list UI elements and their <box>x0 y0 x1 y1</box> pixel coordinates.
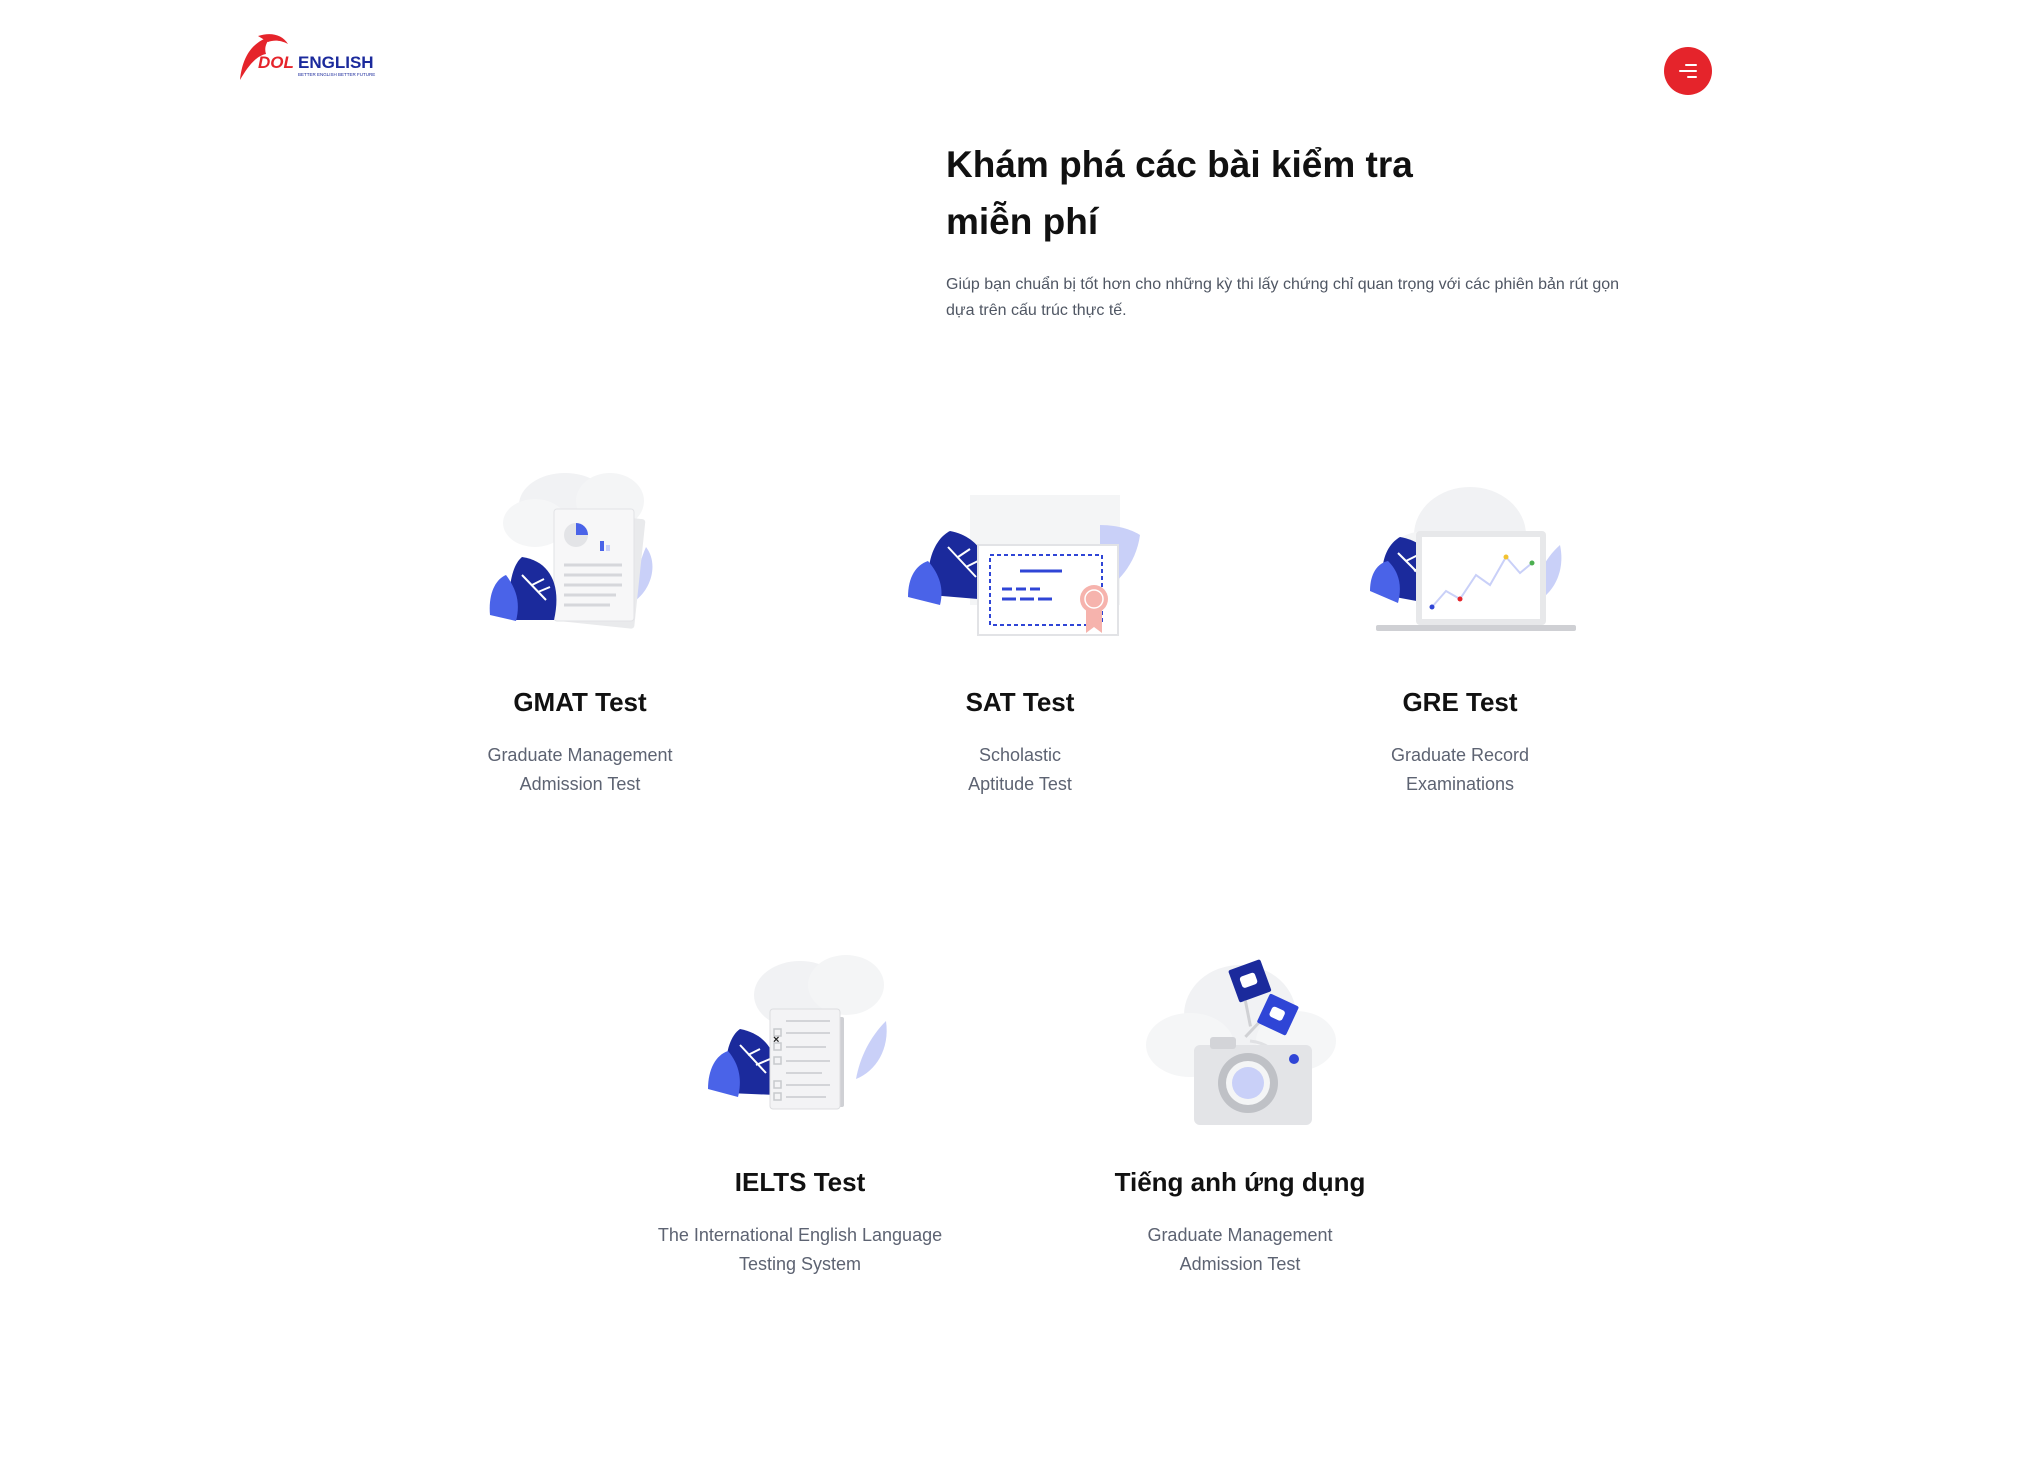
test-desc-line: Graduate Management <box>1147 1225 1333 1245</box>
checklist-document-icon: × <box>708 955 887 1110</box>
test-desc-line: The International English Language <box>657 1225 943 1245</box>
test-description: Graduate Management Admission Test <box>400 741 760 799</box>
header: DOL ENGLISH BETTER ENGLISH BETTER FUTURE <box>0 0 2020 130</box>
svg-text:BETTER ENGLISH BETTER FUTURE: BETTER ENGLISH BETTER FUTURE <box>298 72 375 77</box>
test-desc-line: Graduate Record <box>1390 745 1530 765</box>
test-desc-line: Admission Test <box>1179 1254 1301 1274</box>
test-desc-line: Admission Test <box>519 774 641 794</box>
test-desc-line: Graduate Management <box>487 745 673 765</box>
test-description: Graduate Management Admission Test <box>1060 1221 1420 1279</box>
camera-icon <box>1146 959 1336 1125</box>
test-title: GRE Test <box>1402 687 1518 717</box>
svg-text:ENGLISH: ENGLISH <box>298 53 374 72</box>
laptop-chart-icon <box>1370 487 1576 631</box>
hero-section: Khám phá các bài kiểm tra miễn phí Giúp … <box>946 136 1646 324</box>
test-description: Graduate Record Examinations <box>1280 741 1640 799</box>
test-card-gre[interactable]: GRE Test Graduate Record Examinations <box>1280 465 1640 799</box>
test-title: Tiếng anh ứng dụng <box>1114 1167 1366 1197</box>
document-chart-icon <box>489 473 653 629</box>
hamburger-menu-icon <box>1679 64 1697 78</box>
test-desc-line: Aptitude Test <box>968 774 1072 794</box>
test-desc-line: Examinations <box>1405 774 1515 794</box>
test-description: The International English Language Testi… <box>620 1221 980 1279</box>
test-desc-line: Testing System <box>738 1254 862 1274</box>
test-card-gmat[interactable]: GMAT Test Graduate Management Admission … <box>400 465 760 799</box>
menu-button[interactable] <box>1664 47 1712 95</box>
svg-text:DOL: DOL <box>258 53 294 72</box>
test-title: SAT Test <box>965 687 1075 717</box>
test-card-ielts[interactable]: × IELTS Test The International English L… <box>620 945 980 1279</box>
svg-text:×: × <box>773 1034 779 1046</box>
test-desc-line: Scholastic <box>978 745 1062 765</box>
certificate-icon <box>908 495 1140 636</box>
test-description: Scholastic Aptitude Test <box>840 741 1200 799</box>
test-card-sat[interactable]: SAT Test Scholastic Aptitude Test <box>840 465 1200 799</box>
page-title: Khám phá các bài kiểm tra miễn phí <box>946 144 1413 242</box>
page-subtitle: Giúp bạn chuẩn bị tốt hơn cho những kỳ t… <box>946 276 1620 319</box>
dol-english-logo[interactable]: DOL ENGLISH BETTER ENGLISH BETTER FUTURE <box>236 30 376 86</box>
test-card-applied-english[interactable]: Tiếng anh ứng dụng Graduate Management A… <box>1060 945 1420 1279</box>
test-title: IELTS Test <box>734 1167 866 1197</box>
test-title: GMAT Test <box>513 687 647 717</box>
